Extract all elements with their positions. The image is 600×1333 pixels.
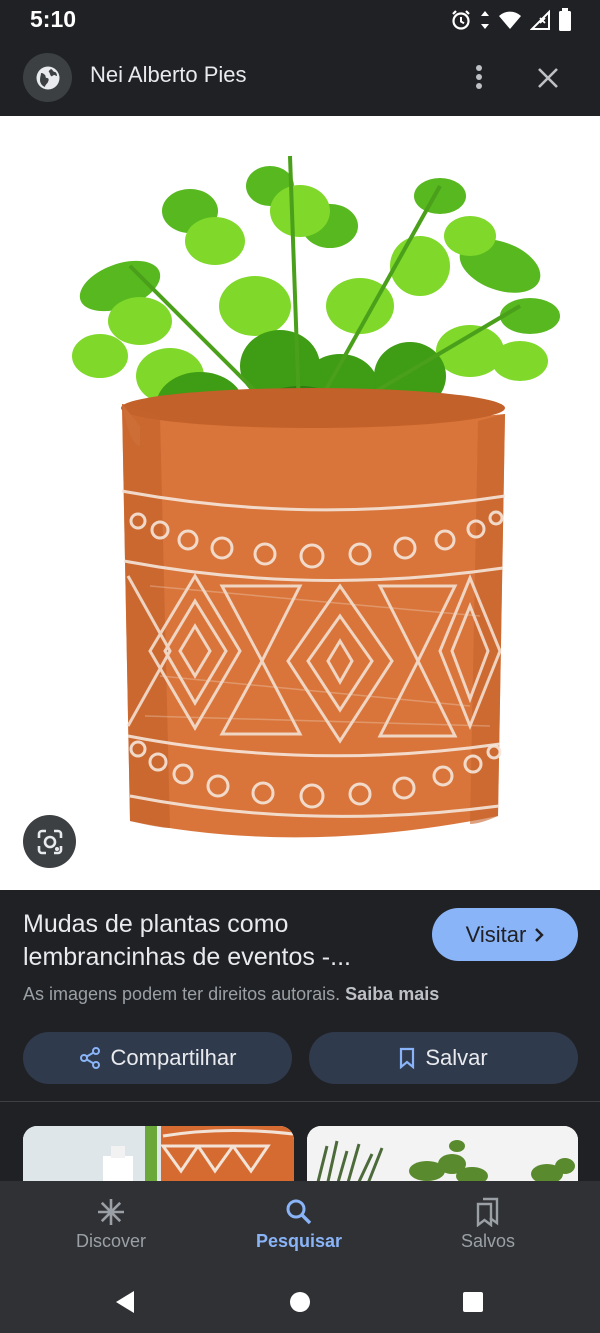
system-navigation-bar: [0, 1271, 600, 1333]
nav-label-search: Pesquisar: [255, 1231, 343, 1251]
save-button[interactable]: Salvar: [309, 1032, 578, 1084]
share-button[interactable]: Compartilhar: [23, 1032, 292, 1084]
alarm-icon: [450, 9, 472, 31]
close-icon: [538, 68, 558, 88]
chevron-right-icon: [535, 927, 545, 942]
globe-icon: [36, 66, 59, 89]
copyright-notice: As imagens podem ter direitos autorais. …: [23, 984, 439, 1005]
nav-item-discover[interactable]: Discover: [41, 1193, 181, 1252]
app-bar: Nei Alberto Pies: [0, 40, 600, 116]
save-label: Salvar: [425, 1045, 488, 1070]
status-bar: 5:10: [0, 0, 600, 40]
recents-square-icon: [463, 1292, 483, 1312]
search-icon: [286, 1199, 312, 1225]
signal-icon: [530, 9, 550, 31]
share-label: Compartilhar: [110, 1045, 237, 1070]
home-circle-icon: [290, 1292, 310, 1312]
main-image[interactable]: [0, 116, 600, 890]
battery-icon: [558, 8, 572, 32]
asterisk-icon: [98, 1199, 124, 1225]
back-triangle-icon: [116, 1291, 134, 1313]
bookmarks-icon: [476, 1197, 499, 1227]
visit-label: Visitar: [465, 921, 527, 947]
site-name[interactable]: Nei Alberto Pies: [90, 62, 247, 88]
site-avatar[interactable]: [23, 53, 72, 102]
status-icons: [450, 8, 572, 32]
related-image-thumb[interactable]: [23, 1126, 294, 1183]
back-button[interactable]: [108, 1285, 142, 1319]
nav-item-search[interactable]: Pesquisar: [229, 1193, 369, 1252]
recents-button[interactable]: [456, 1285, 490, 1319]
more-options-button[interactable]: [462, 60, 496, 94]
bookmark-icon: [400, 1047, 415, 1069]
potted-plant-image: [72, 155, 560, 838]
related-image-pots: [23, 1126, 294, 1183]
close-button[interactable]: [530, 60, 566, 96]
wifi-icon: [498, 9, 522, 31]
nav-label-discover: Discover: [75, 1231, 146, 1251]
copyright-text: As imagens podem ter direitos autorais.: [23, 984, 341, 1004]
data-arrows-icon: [480, 9, 490, 31]
nav-item-saved[interactable]: Salvos: [418, 1193, 558, 1252]
share-icon: [79, 1047, 100, 1069]
learn-more-link[interactable]: Saiba mais: [345, 984, 439, 1004]
related-image-thumb[interactable]: [307, 1126, 578, 1183]
nav-label-saved: Salvos: [460, 1231, 516, 1251]
related-images: [0, 1103, 600, 1183]
bottom-navigation: Discover Pesquisar Salvos: [0, 1181, 600, 1271]
status-time: 5:10: [30, 6, 77, 32]
lens-icon: [37, 829, 62, 854]
more-vert-icon: [476, 65, 482, 89]
result-title[interactable]: Mudas de plantas como lembrancinhas de e…: [23, 908, 403, 974]
lens-button[interactable]: [23, 815, 76, 868]
result-info-panel: Mudas de plantas como lembrancinhas de e…: [0, 890, 600, 1102]
related-image-succulents: [307, 1126, 578, 1183]
divider: [0, 1101, 600, 1102]
visit-button[interactable]: Visitar: [432, 908, 578, 961]
home-button[interactable]: [283, 1285, 317, 1319]
